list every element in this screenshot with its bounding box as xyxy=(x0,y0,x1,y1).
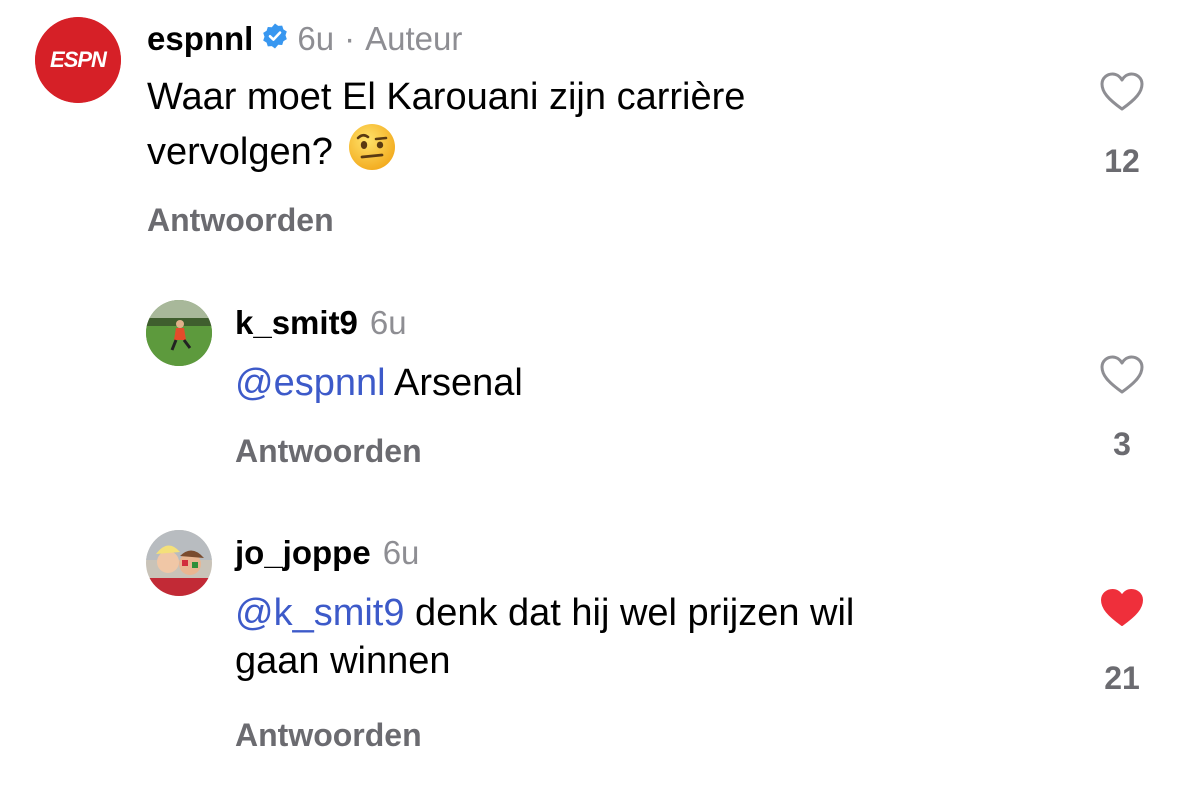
profile-photo-icon xyxy=(146,530,212,596)
raised-eyebrow-emoji-icon xyxy=(347,122,397,185)
like-count: 3 xyxy=(1113,426,1131,462)
comment-text-fragment: Arsenal xyxy=(385,362,523,404)
comment-header: k_smit9 6u xyxy=(235,302,407,344)
avatar-jo_joppe[interactable] xyxy=(146,530,212,596)
timestamp: 6u xyxy=(369,304,407,341)
like-heart-filled-icon[interactable] xyxy=(1100,588,1144,628)
profile-photo-icon xyxy=(146,300,212,366)
comment-k_smit9: k_smit9 6u @espnnl Arsenal Antwoorden 3 xyxy=(0,280,1200,500)
like-heart-icon[interactable] xyxy=(1100,72,1144,112)
espn-logo-icon: ESPN xyxy=(35,17,121,103)
comment-header: jo_joppe 6u xyxy=(235,532,419,574)
svg-text:ESPN: ESPN xyxy=(50,47,108,72)
reply-button[interactable]: Antwoorden xyxy=(235,433,422,470)
separator-dot: · xyxy=(344,20,356,57)
avatar-espnnl[interactable]: ESPN xyxy=(35,17,121,103)
comment-espnnl: ESPN espnnl 6u · Auteur Waar moet El Kar… xyxy=(0,0,1200,260)
username[interactable]: jo_joppe xyxy=(235,534,371,572)
comment-text: Waar moet El Karouani zijn carrière verv… xyxy=(147,74,1027,184)
verified-badge-icon xyxy=(261,20,289,58)
comment-text-line: @k_smit9 denk dat hij wel prijzen wil xyxy=(235,590,1075,638)
comment-text-line: vervolgen? xyxy=(147,122,1027,185)
comment-text: @k_smit9 denk dat hij wel prijzen wil ga… xyxy=(235,590,1075,685)
reply-button[interactable]: Antwoorden xyxy=(235,717,422,754)
timestamp: 6u xyxy=(382,534,420,571)
avatar-k_smit9[interactable] xyxy=(146,300,212,366)
mention-link[interactable]: @k_smit9 xyxy=(235,592,405,634)
username[interactable]: espnnl xyxy=(147,20,253,58)
like-heart-icon[interactable] xyxy=(1100,355,1144,395)
like-count: 12 xyxy=(1104,143,1140,179)
comment-jo_joppe: jo_joppe 6u @k_smit9 denk dat hij wel pr… xyxy=(0,510,1200,785)
mention-link[interactable]: @espnnl xyxy=(235,362,386,404)
comment-text-line: gaan winnen xyxy=(235,639,451,682)
comment-text-fragment: denk dat hij wel prijzen wil xyxy=(404,592,855,634)
comment-text-fragment: vervolgen? xyxy=(147,131,333,173)
comment-text: @espnnl Arsenal xyxy=(235,360,523,408)
comment-text-line: Waar moet El Karouani zijn carrière xyxy=(147,76,746,118)
like-count: 21 xyxy=(1104,660,1140,696)
timestamp: 6u xyxy=(297,20,335,57)
author-tag: Auteur xyxy=(365,20,463,57)
comment-header: espnnl 6u · Auteur xyxy=(147,18,462,60)
username[interactable]: k_smit9 xyxy=(235,304,358,342)
reply-button[interactable]: Antwoorden xyxy=(147,202,334,239)
